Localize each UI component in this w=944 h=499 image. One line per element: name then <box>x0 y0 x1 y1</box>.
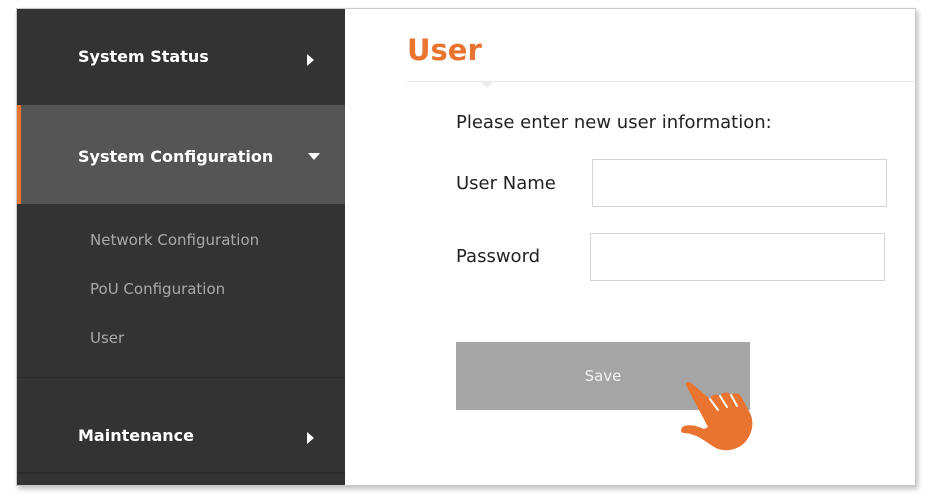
sidebar-item-system-status[interactable]: System Status <box>17 9 345 105</box>
pointing-hand-icon <box>681 381 753 451</box>
title-notch <box>480 81 494 88</box>
sidebar-item-label: System Status <box>78 47 209 66</box>
sidebar-subitem-user[interactable]: User <box>90 329 124 347</box>
sidebar-subitem-pou-configuration[interactable]: PoU Configuration <box>90 280 225 298</box>
sidebar-item-maintenance[interactable]: Maintenance <box>17 377 345 485</box>
user-name-label: User Name <box>456 173 556 194</box>
sidebar-item-system-configuration[interactable]: System Configuration <box>17 105 345 204</box>
triangle-down-icon <box>308 153 320 160</box>
sidebar-item-label: System Configuration <box>78 147 274 166</box>
triangle-right-icon <box>307 54 314 66</box>
password-input[interactable] <box>590 233 885 281</box>
user-name-input[interactable] <box>592 159 887 207</box>
sidebar: System Status System Configuration Netwo… <box>17 9 345 485</box>
sidebar-item-label: Maintenance <box>78 426 195 445</box>
triangle-right-icon <box>307 432 314 444</box>
instruction-text: Please enter new user information: <box>456 112 772 133</box>
sidebar-subitem-network-configuration[interactable]: Network Configuration <box>90 231 259 249</box>
sidebar-divider <box>17 472 345 474</box>
password-label: Password <box>456 246 541 267</box>
page-title: User <box>407 33 482 67</box>
app-window: System Status System Configuration Netwo… <box>16 8 916 486</box>
